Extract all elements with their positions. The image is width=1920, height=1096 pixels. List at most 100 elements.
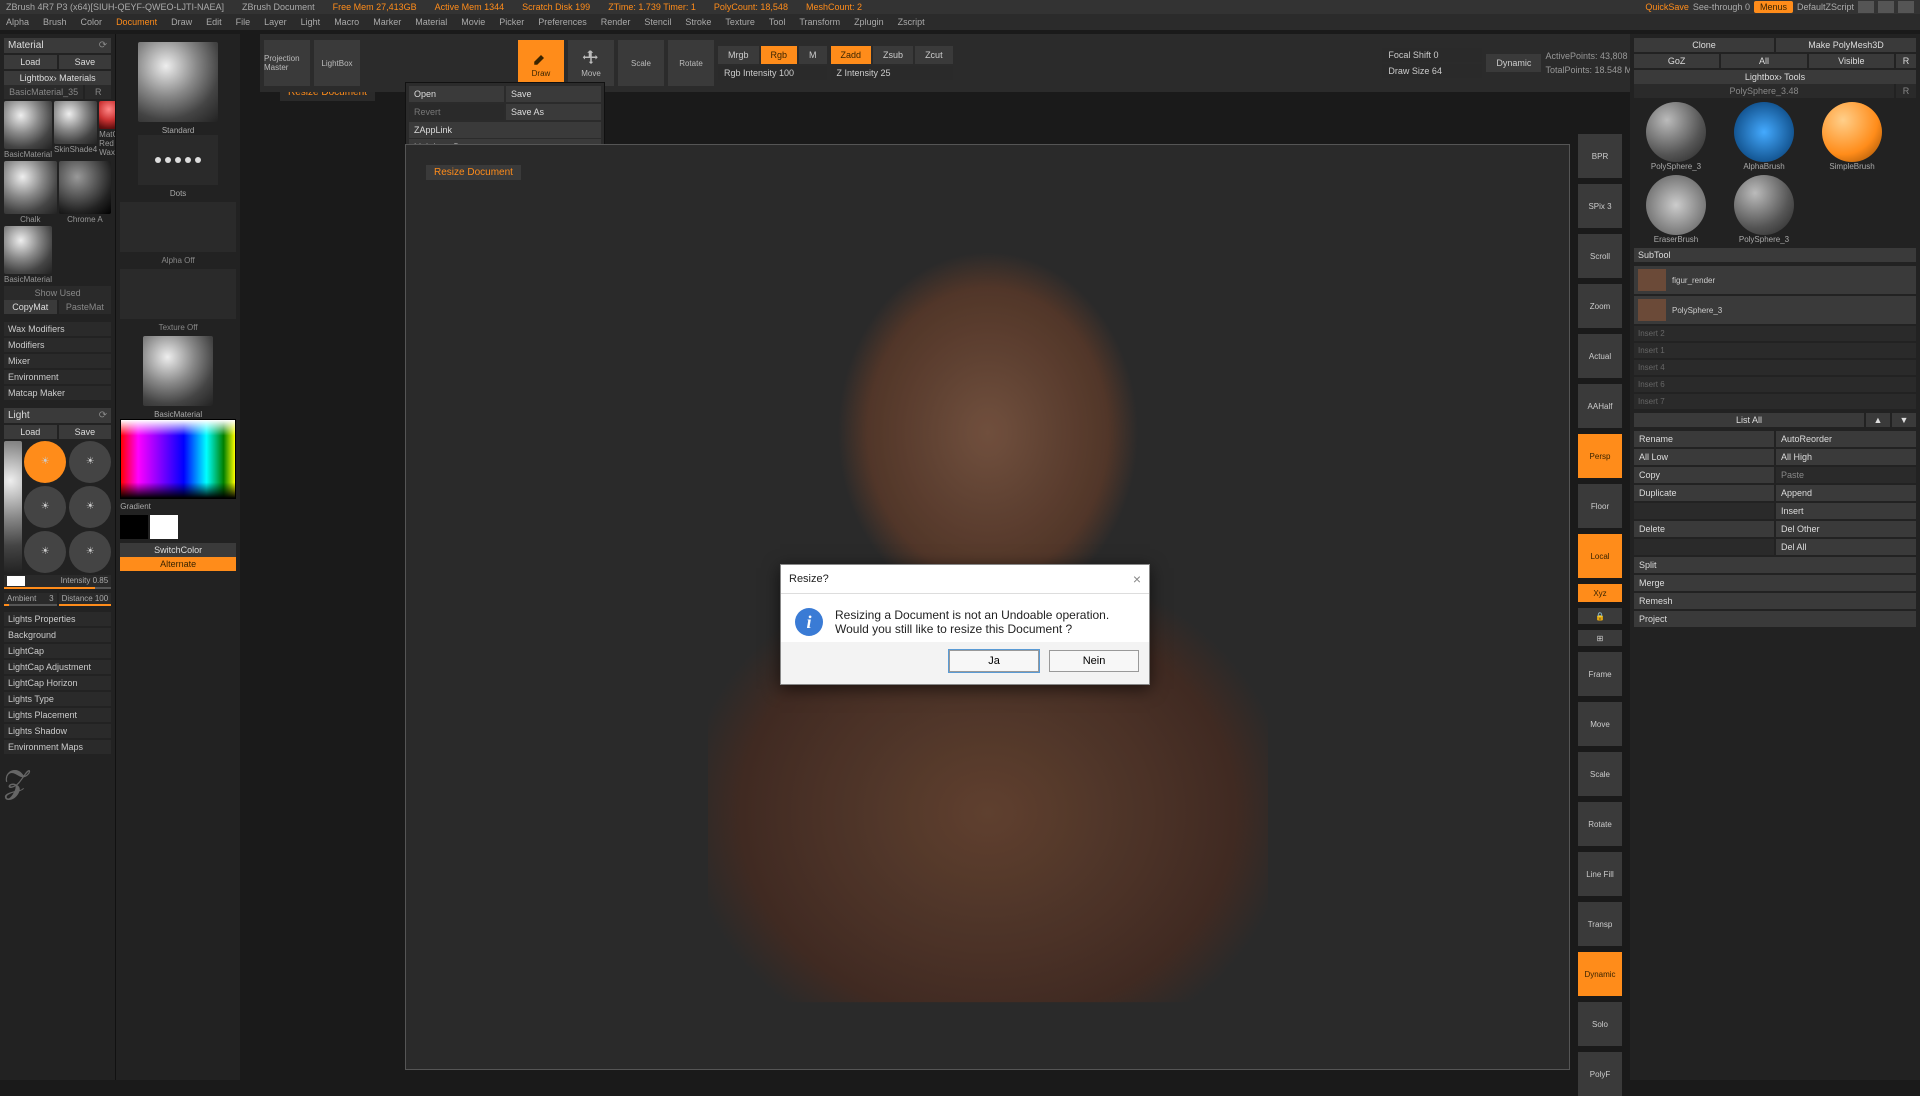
del-other-button[interactable]: Del Other [1776, 521, 1916, 537]
subtool-row[interactable]: Insert 6 [1634, 377, 1916, 392]
m-button[interactable]: M [799, 46, 827, 64]
copy-mat-button[interactable]: CopyMat [4, 300, 57, 314]
section-matcap[interactable]: Matcap Maker [4, 386, 111, 400]
light-section[interactable]: Lights Placement [4, 708, 111, 722]
close-icon[interactable] [1898, 1, 1914, 13]
section-modifiers[interactable]: Modifiers [4, 338, 111, 352]
menu-item[interactable]: File [236, 17, 251, 27]
bpr-button[interactable]: BPR [1578, 134, 1622, 178]
tool-thumb[interactable] [1734, 102, 1794, 162]
move-button[interactable]: Move [1578, 702, 1622, 746]
menu-item[interactable]: Light [301, 17, 321, 27]
tool-thumb[interactable] [1646, 175, 1706, 235]
rgb-button[interactable]: Rgb [761, 46, 798, 64]
tool-thumb[interactable] [1646, 102, 1706, 162]
rotate-mode-button[interactable]: Rotate [668, 40, 714, 86]
mrgb-button[interactable]: Mrgb [718, 46, 759, 64]
no-button[interactable]: Nein [1049, 650, 1139, 672]
rotate-button[interactable]: Rotate [1578, 802, 1622, 846]
material-thumb[interactable] [99, 101, 115, 129]
save-material-button[interactable]: Save [59, 55, 112, 69]
intensity-slider[interactable] [4, 587, 111, 589]
material-thumb[interactable] [59, 161, 112, 214]
frame-button[interactable]: Frame [1578, 652, 1622, 696]
menu-item[interactable]: Layer [264, 17, 287, 27]
goz-all-button[interactable]: All [1721, 54, 1806, 68]
min-icon[interactable] [1858, 1, 1874, 13]
section-wax[interactable]: Wax Modifiers [4, 322, 111, 336]
yes-button[interactable]: Ja [949, 650, 1039, 672]
menu-item[interactable]: Stencil [644, 17, 671, 27]
menus-toggle[interactable]: Menus [1754, 1, 1793, 13]
light-slot[interactable]: ☀ [69, 486, 111, 528]
scale-mode-button[interactable]: Scale [618, 40, 664, 86]
save-light-button[interactable]: Save [59, 425, 112, 439]
light-section[interactable]: Background [4, 628, 111, 642]
light-slot[interactable]: ☀ [24, 441, 66, 483]
brush-preview[interactable] [138, 42, 218, 122]
collapse-icon[interactable]: ⟳ [99, 410, 107, 421]
quicksave[interactable]: QuickSave [1645, 2, 1689, 12]
ambient-slider[interactable] [4, 604, 57, 606]
actual-button[interactable]: Actual [1578, 334, 1622, 378]
lock-icon[interactable]: 🔒 [1578, 608, 1622, 624]
goz-r-button[interactable]: R [1896, 54, 1916, 68]
arrow-up-icon[interactable]: ▲ [1866, 413, 1890, 427]
del-all-button[interactable]: Del All [1776, 539, 1916, 555]
menu-item[interactable]: Draw [171, 17, 192, 27]
tool-thumb[interactable] [1822, 102, 1882, 162]
see-through[interactable]: See-through 0 [1693, 2, 1750, 12]
open-button[interactable]: Open [409, 86, 504, 102]
stroke-preview[interactable] [138, 135, 218, 185]
transp-button[interactable]: Transp [1578, 902, 1622, 946]
split-button[interactable]: Split [1634, 557, 1916, 573]
subtool-row[interactable]: Insert 7 [1634, 394, 1916, 409]
subtool-row[interactable]: figur_render [1634, 266, 1916, 294]
paste-mat-button[interactable]: PasteMat [59, 300, 112, 314]
material-thumb[interactable] [4, 161, 57, 214]
light-section[interactable]: Lights Type [4, 692, 111, 706]
subtool-row[interactable]: PolySphere_3 [1634, 296, 1916, 324]
zsub-button[interactable]: Zsub [873, 46, 913, 64]
light-section[interactable]: LightCap Adjustment [4, 660, 111, 674]
revert-button[interactable]: Revert [409, 104, 504, 120]
menu-item[interactable]: Render [601, 17, 631, 27]
material-thumb[interactable] [4, 226, 52, 274]
zapplink-button[interactable]: ZAppLink [409, 122, 601, 138]
light-section[interactable]: Lights Properties [4, 612, 111, 626]
project-button[interactable]: Project [1634, 611, 1916, 627]
collapse-icon[interactable]: ⟳ [99, 40, 107, 51]
dynamic-button[interactable]: Dynamic [1578, 952, 1622, 996]
autoreorder-button[interactable]: AutoReorder [1776, 431, 1916, 447]
menu-item[interactable]: Alpha [6, 17, 29, 27]
section-mixer[interactable]: Mixer [4, 354, 111, 368]
switch-color-button[interactable]: SwitchColor [120, 543, 236, 557]
goz-button[interactable]: GoZ [1634, 54, 1719, 68]
menu-item[interactable]: Zplugin [854, 17, 884, 27]
duplicate-button[interactable]: Duplicate [1634, 485, 1774, 501]
move-mode-button[interactable]: Move [568, 40, 614, 86]
show-used-button[interactable]: Show Used [4, 286, 111, 300]
scroll-button[interactable]: Scroll [1578, 234, 1622, 278]
menu-item[interactable]: Zscript [898, 17, 925, 27]
menu-item[interactable]: Movie [461, 17, 485, 27]
section-environment[interactable]: Environment [4, 370, 111, 384]
distance-slider[interactable] [59, 604, 112, 606]
gradient-label[interactable]: Gradient [120, 502, 236, 511]
load-material-button[interactable]: Load [4, 55, 57, 69]
r-toggle[interactable]: R [85, 85, 111, 99]
light-sphere[interactable] [4, 441, 22, 573]
projection-master-button[interactable]: Projection Master [264, 40, 310, 86]
color-picker[interactable] [120, 419, 236, 499]
light-slot[interactable]: ☀ [24, 531, 66, 573]
default-zscript[interactable]: DefaultZScript [1797, 2, 1854, 12]
light-slot[interactable]: ☀ [69, 531, 111, 573]
make-polymesh-button[interactable]: Make PolyMesh3D [1776, 38, 1916, 52]
solo-button[interactable]: Solo [1578, 1002, 1622, 1046]
lightbox-materials-button[interactable]: Lightbox› Materials [4, 71, 111, 85]
paste-button[interactable]: Paste [1776, 467, 1916, 483]
spix-slider[interactable]: SPix 3 [1578, 184, 1622, 228]
local-button[interactable]: Local [1578, 534, 1622, 578]
saveas-button[interactable]: Save As [506, 104, 601, 120]
tool-thumb[interactable] [1734, 175, 1794, 235]
